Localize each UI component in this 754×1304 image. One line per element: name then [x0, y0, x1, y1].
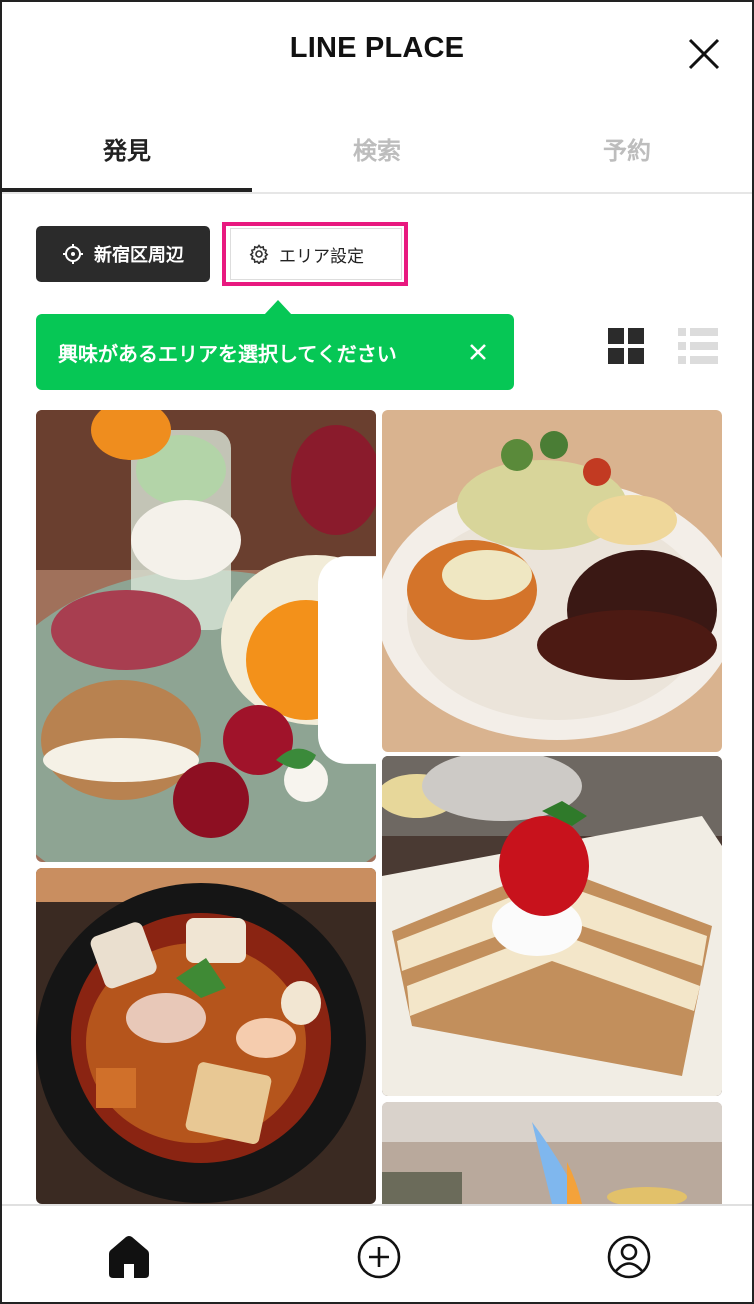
photo-card-parfait[interactable] [36, 410, 376, 862]
video-icon [318, 556, 376, 764]
gear-icon [249, 244, 269, 264]
tab-bar: 発見 検索 予約 [2, 102, 752, 194]
photo-card-croquette[interactable] [382, 410, 722, 752]
plus-circle-icon[interactable] [356, 1234, 402, 1280]
app-frame: LINE PLACE 発見 検索 予約 新宿区周辺 エリア設定 興味があるエリア… [0, 0, 754, 1304]
profile-icon[interactable] [606, 1234, 652, 1280]
location-target-icon [63, 244, 83, 264]
photo-card-soba[interactable] [36, 868, 376, 1204]
home-icon[interactable] [106, 1234, 152, 1280]
grid-view-icon[interactable] [608, 328, 644, 364]
active-tab-indicator [2, 188, 252, 192]
area-button[interactable]: 新宿区周辺 [36, 226, 210, 282]
video-icon [662, 1126, 722, 1204]
millefeuille-cake-image [382, 756, 722, 1096]
close-icon[interactable] [686, 36, 722, 72]
tooltip-text: 興味があるエリアを選択してください [58, 341, 397, 366]
area-tooltip: 興味があるエリアを選択してください [36, 314, 514, 390]
header: LINE PLACE [2, 2, 752, 102]
photo-card-flambe[interactable] [382, 1102, 722, 1204]
list-view-icon[interactable] [678, 328, 718, 364]
area-setting-button[interactable]: エリア設定 [230, 228, 402, 280]
tab-discover[interactable]: 発見 [2, 102, 252, 194]
page-title: LINE PLACE [289, 32, 465, 64]
photo-card-millefeuille[interactable] [382, 756, 722, 1096]
area-setting-label: エリア設定 [279, 246, 364, 267]
soba-bowl-image [36, 868, 376, 1204]
area-button-label: 新宿区周辺 [94, 245, 184, 266]
tab-reservation[interactable]: 予約 [502, 102, 752, 194]
tooltip-close-icon[interactable] [466, 340, 490, 364]
tooltip-arrow [264, 300, 292, 315]
tab-search[interactable]: 検索 [252, 102, 502, 194]
croquette-plate-image [382, 410, 722, 752]
bottom-navigation [2, 1204, 752, 1302]
